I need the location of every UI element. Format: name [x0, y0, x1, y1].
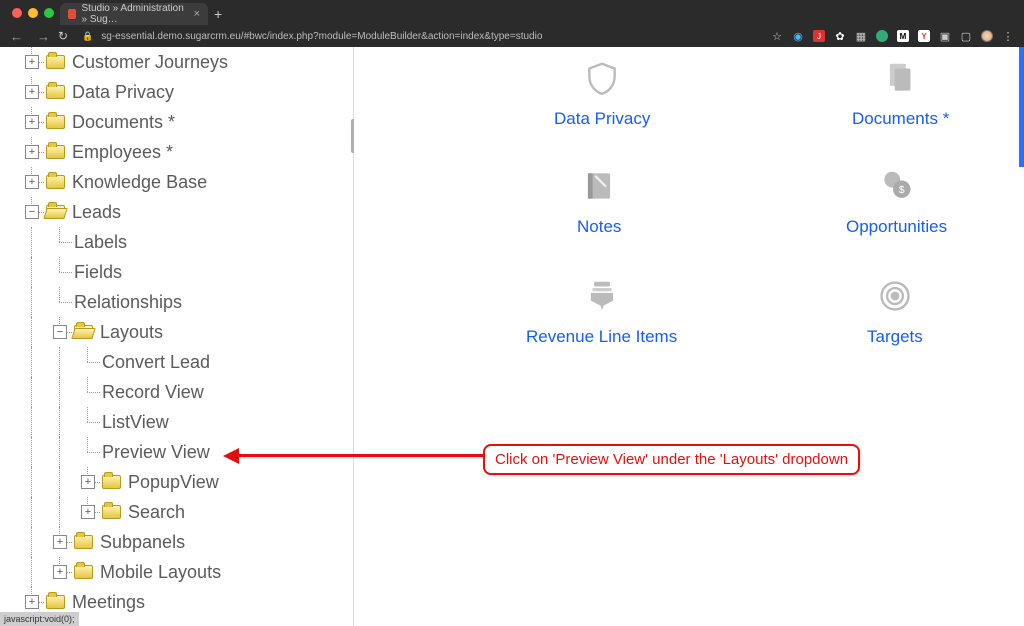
folder-icon — [102, 505, 121, 519]
lock-icon: 🔒 — [82, 31, 93, 42]
menu-icon[interactable]: ⋮ — [1002, 30, 1014, 42]
ext-icon-2[interactable]: J — [813, 30, 825, 42]
opportunities-icon: $ — [876, 165, 918, 207]
scrollbar-thumb[interactable] — [1019, 47, 1024, 167]
page-scrollbar[interactable] — [1019, 47, 1024, 626]
module-tree: + Customer Journeys + Data Privacy + Doc… — [18, 47, 353, 617]
ext-icon-7[interactable]: Y — [918, 30, 930, 42]
tree-item-record-view[interactable]: Record View — [18, 377, 353, 407]
expand-icon[interactable]: + — [25, 595, 39, 609]
ext-icon-8[interactable]: ▣ — [939, 30, 951, 42]
folder-icon — [46, 595, 65, 609]
back-button[interactable]: ← — [10, 29, 23, 44]
tree-item-popup-view[interactable]: + PopupView — [18, 467, 353, 497]
expand-icon[interactable]: + — [25, 175, 39, 189]
ext-icon-9[interactable]: ▢ — [960, 30, 972, 42]
tree-item-mobile-layouts[interactable]: + Mobile Layouts — [18, 557, 353, 587]
ext-icon-1[interactable]: ◉ — [792, 30, 804, 42]
tree-item-labels[interactable]: Labels — [18, 227, 353, 257]
tree-item-subpanels[interactable]: + Subpanels — [18, 527, 353, 557]
expand-icon[interactable]: + — [25, 115, 39, 129]
expand-icon[interactable]: + — [53, 565, 67, 579]
module-card-data-privacy[interactable]: Data Privacy — [554, 57, 650, 129]
revenue-line-items-icon — [581, 275, 623, 317]
documents-icon — [880, 57, 922, 99]
tree-item-layouts[interactable]: − Layouts — [18, 317, 353, 347]
ext-icon-5[interactable] — [876, 30, 888, 42]
sidebar: + Customer Journeys + Data Privacy + Doc… — [0, 47, 354, 626]
tab-title: Studio » Administration » Sug… — [82, 3, 188, 25]
folder-open-icon — [74, 325, 93, 339]
tree-item-list-view[interactable]: ListView — [18, 407, 353, 437]
module-card-targets[interactable]: Targets — [867, 275, 923, 347]
folder-icon — [46, 115, 65, 129]
nav-arrows: ← → — [10, 29, 50, 44]
module-card-opportunities[interactable]: $ Opportunities — [846, 165, 947, 237]
folder-icon — [74, 535, 93, 549]
notes-icon — [578, 165, 620, 207]
tree-item-documents[interactable]: + Documents * — [18, 107, 353, 137]
ext-icon-3[interactable]: ✿ — [834, 30, 846, 42]
module-card-documents[interactable]: Documents * — [852, 57, 949, 129]
reload-button[interactable]: ↻ — [58, 29, 68, 43]
tree-item-preview-view[interactable]: Preview View — [18, 437, 353, 467]
star-icon[interactable]: ☆ — [771, 30, 783, 42]
expand-icon[interactable]: + — [25, 85, 39, 99]
tree-item-convert-lead[interactable]: Convert Lead — [18, 347, 353, 377]
browser-chrome: Studio » Administration » Sug… × + ← → ↻… — [0, 0, 1024, 47]
status-text: javascript:void(0); — [4, 614, 75, 624]
new-tab-button[interactable]: + — [214, 6, 222, 22]
window-controls — [12, 8, 54, 18]
data-privacy-icon — [581, 57, 623, 99]
profile-avatar[interactable] — [981, 30, 993, 42]
expand-icon[interactable]: + — [25, 145, 39, 159]
collapse-icon[interactable]: − — [25, 205, 39, 219]
folder-icon — [102, 475, 121, 489]
module-card-notes[interactable]: Notes — [577, 165, 621, 237]
app-frame: + Customer Journeys + Data Privacy + Doc… — [0, 47, 1024, 626]
annotation-callout: Click on 'Preview View' under the 'Layou… — [483, 444, 860, 475]
address-bar[interactable]: sg-essential.demo.sugarcrm.eu/#bwc/index… — [101, 31, 763, 42]
window-minimize-dot[interactable] — [28, 8, 38, 18]
forward-button[interactable]: → — [37, 29, 50, 44]
content-area: Data Privacy Documents * Notes — [354, 47, 1024, 626]
tree-item-search[interactable]: + Search — [18, 497, 353, 527]
tree-item-leads[interactable]: − Leads — [18, 197, 353, 227]
folder-icon — [74, 565, 93, 579]
module-card-revenue-line-items[interactable]: Revenue Line Items — [526, 275, 677, 347]
tree-item-customer-journeys[interactable]: + Customer Journeys — [18, 47, 353, 77]
annotation-arrow-line — [232, 454, 483, 457]
extension-icons: ☆ ◉ J ✿ ▦ M Y ▣ ▢ ⋮ — [771, 30, 1014, 42]
tree-item-data-privacy[interactable]: + Data Privacy — [18, 77, 353, 107]
folder-icon — [46, 145, 65, 159]
status-bar: javascript:void(0); — [0, 612, 79, 626]
window-maximize-dot[interactable] — [44, 8, 54, 18]
expand-icon[interactable]: + — [25, 55, 39, 69]
tree-item-relationships[interactable]: Relationships — [18, 287, 353, 317]
expand-icon[interactable]: + — [53, 535, 67, 549]
ext-icon-6[interactable]: M — [897, 30, 909, 42]
tree-item-knowledge-base[interactable]: + Knowledge Base — [18, 167, 353, 197]
folder-open-icon — [46, 205, 65, 219]
tree-item-employees[interactable]: + Employees * — [18, 137, 353, 167]
expand-icon[interactable]: + — [81, 475, 95, 489]
annotation-text: Click on 'Preview View' under the 'Layou… — [495, 451, 848, 468]
svg-text:$: $ — [898, 185, 904, 196]
tab-favicon — [68, 9, 76, 19]
folder-icon — [46, 175, 65, 189]
collapse-icon[interactable]: − — [53, 325, 67, 339]
targets-icon — [874, 275, 916, 317]
tree-item-fields[interactable]: Fields — [18, 257, 353, 287]
browser-toolbar: ← → ↻ 🔒 sg-essential.demo.sugarcrm.eu/#b… — [0, 25, 1024, 47]
tab-close-icon[interactable]: × — [194, 8, 200, 20]
window-close-dot[interactable] — [12, 8, 22, 18]
ext-icon-4[interactable]: ▦ — [855, 30, 867, 42]
expand-icon[interactable]: + — [81, 505, 95, 519]
browser-tab[interactable]: Studio » Administration » Sug… × — [60, 3, 208, 25]
folder-icon — [46, 55, 65, 69]
folder-icon — [46, 85, 65, 99]
